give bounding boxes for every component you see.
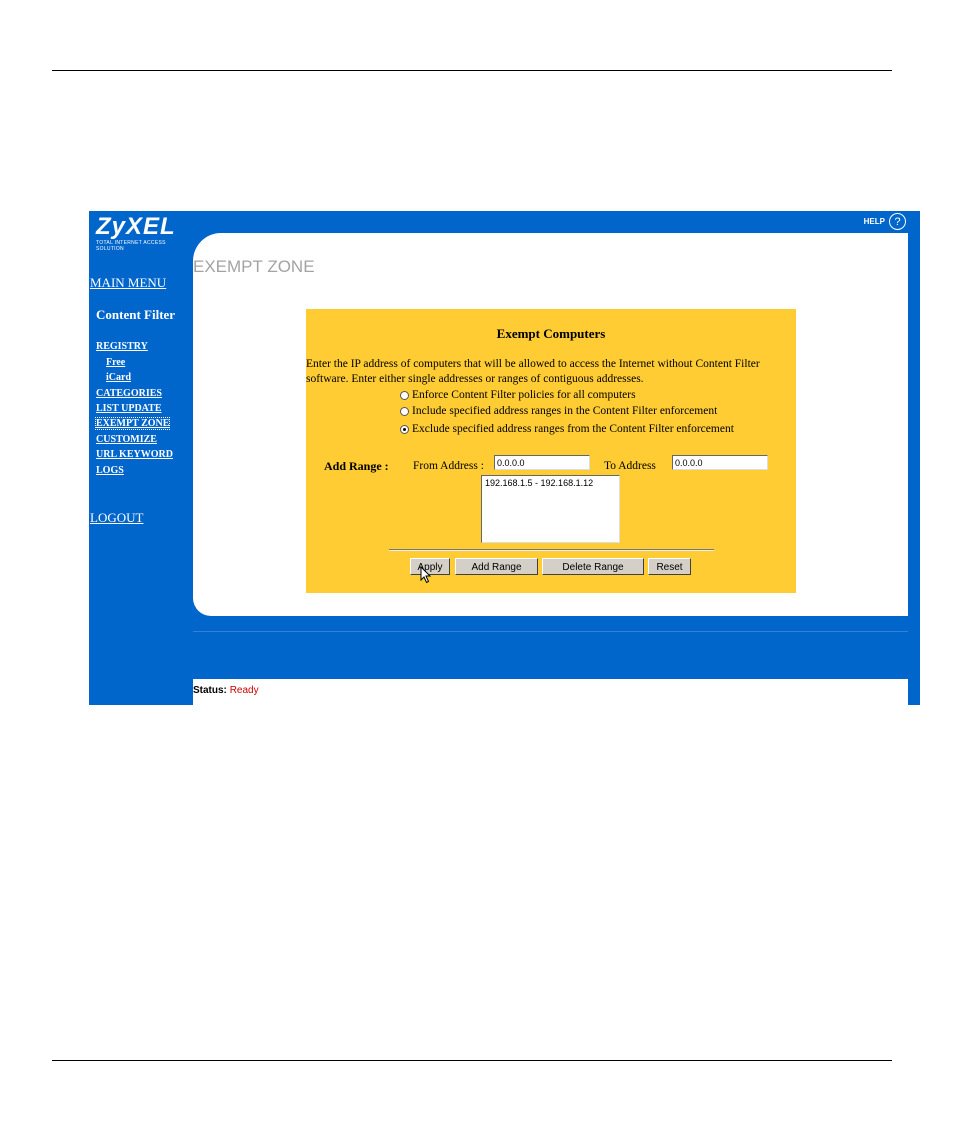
add-range-button[interactable]: Add Range (455, 558, 538, 575)
panel-description: Enter the IP address of computers that w… (306, 358, 760, 385)
nav-logs[interactable]: LOGS (96, 465, 124, 476)
help-label: HELP (863, 217, 885, 226)
delete-range-button[interactable]: Delete Range (542, 558, 644, 575)
option-enforce-all[interactable]: Enforce Content Filter policies for all … (400, 389, 636, 401)
option-exclude-ranges[interactable]: Exclude specified address ranges from th… (400, 423, 734, 435)
divider (389, 549, 714, 551)
radio-include-ranges[interactable] (400, 406, 409, 416)
app-frame: ZyXEL TOTAL INTERNET ACCESS SOLUTION MAI… (89, 211, 920, 705)
header-rule (52, 70, 892, 71)
nav-categories[interactable]: CATEGORIES (96, 388, 162, 399)
content-divider (193, 631, 908, 632)
status-bar: Status: Ready (193, 679, 908, 705)
nav-list-update[interactable]: LIST UPDATE (96, 403, 161, 414)
from-address-label: From Address : (413, 460, 484, 472)
help-icon: ? (889, 213, 906, 230)
nav-free[interactable]: Free (106, 357, 125, 368)
nav-exempt-zone[interactable]: EXEMPT ZONE (94, 417, 171, 430)
radio-exclude-ranges[interactable] (400, 424, 409, 434)
exempt-computers-panel: Exempt Computers Enter the IP address of… (306, 309, 796, 593)
sidebar: ZyXEL TOTAL INTERNET ACCESS SOLUTION MAI… (89, 211, 193, 705)
main-menu-link[interactable]: MAIN MENU (90, 275, 166, 291)
status-label: Status: (193, 685, 227, 696)
range-list[interactable]: 192.168.1.5 - 192.168.1.12 (481, 475, 620, 543)
page-title: EXEMPT ZONE (193, 257, 315, 276)
option-label: Include specified address ranges in the … (412, 405, 718, 417)
to-address-label: To Address (604, 460, 656, 472)
range-list-item[interactable]: 192.168.1.5 - 192.168.1.12 (485, 478, 616, 488)
add-range-label: Add Range : (324, 459, 389, 473)
nav-url-keyword[interactable]: URL KEYWORD (96, 449, 173, 460)
option-label: Exclude specified address ranges from th… (412, 423, 734, 435)
help-button[interactable]: HELP ? (864, 213, 906, 230)
mouse-pointer-icon (420, 566, 432, 584)
option-label: Enforce Content Filter policies for all … (412, 389, 636, 401)
reset-button[interactable]: Reset (648, 558, 691, 575)
brand-logo: ZyXEL TOTAL INTERNET ACCESS SOLUTION (96, 213, 193, 253)
option-include-ranges[interactable]: Include specified address ranges in the … (400, 405, 717, 417)
nav-icard[interactable]: iCard (106, 372, 131, 383)
status-value: Ready (229, 685, 259, 696)
nav-registry[interactable]: REGISTRY (96, 341, 148, 352)
content-area: EXEMPT ZONE Exempt Computers Enter the I… (193, 233, 908, 616)
footer-rule (52, 1060, 892, 1061)
panel-title: Exempt Computers (496, 326, 606, 341)
section-title: Content Filter (96, 307, 176, 322)
radio-enforce-all[interactable] (400, 390, 409, 400)
from-address-input[interactable]: 0.0.0.0 (494, 455, 590, 470)
nav-customize[interactable]: CUSTOMIZE (96, 434, 157, 445)
logo-text: ZyXEL (96, 213, 176, 240)
logout-link[interactable]: LOGOUT (90, 510, 143, 526)
logo-tagline: TOTAL INTERNET ACCESS SOLUTION (96, 240, 166, 252)
to-address-input[interactable]: 0.0.0.0 (672, 455, 768, 470)
